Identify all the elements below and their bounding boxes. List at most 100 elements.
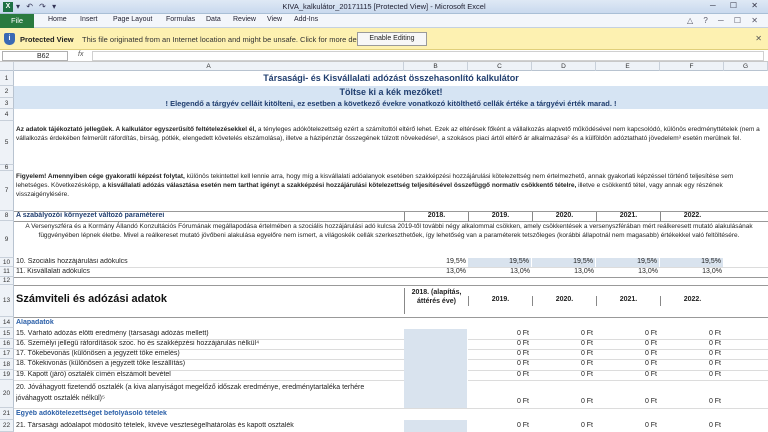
value-cell[interactable]: 0 Ft xyxy=(468,398,532,407)
input-cell[interactable] xyxy=(404,359,468,370)
row-header[interactable]: 22 xyxy=(0,420,14,432)
rate-cell[interactable]: 13,0% xyxy=(532,268,596,277)
value-cell[interactable]: 0 Ft xyxy=(660,360,724,369)
tab-view[interactable]: View xyxy=(267,16,282,23)
row-header[interactable]: 9 xyxy=(0,221,14,258)
column-header-e[interactable]: E xyxy=(596,62,660,71)
column-header-g[interactable]: G xyxy=(724,62,768,71)
value-cell[interactable]: 0 Ft xyxy=(532,360,596,369)
row-header[interactable]: 18 xyxy=(0,359,14,370)
value-cell[interactable]: 0 Ft xyxy=(660,422,724,431)
rate-input-cell[interactable]: 19,5% xyxy=(660,258,724,267)
value-cell[interactable]: 0 Ft xyxy=(660,398,724,407)
name-box[interactable]: B62 xyxy=(2,51,68,61)
row-header[interactable]: 5 xyxy=(0,121,14,165)
enable-editing-button[interactable]: Enable Editing xyxy=(357,32,427,46)
tab-review[interactable]: Review xyxy=(233,16,256,23)
value-cell[interactable]: 0 Ft xyxy=(596,330,660,339)
input-cell[interactable] xyxy=(404,370,468,380)
value-cell[interactable]: 0 Ft xyxy=(532,340,596,349)
row-header[interactable]: 2 xyxy=(0,86,14,98)
row-header[interactable]: 17 xyxy=(0,349,14,359)
column-header-c[interactable]: C xyxy=(468,62,532,71)
input-cell[interactable] xyxy=(404,329,468,339)
value-cell[interactable]: 0 Ft xyxy=(596,340,660,349)
column-header-f[interactable]: F xyxy=(660,62,724,71)
value-cell[interactable]: 0 Ft xyxy=(532,422,596,431)
tab-data[interactable]: Data xyxy=(206,16,221,23)
row-header[interactable]: 11 xyxy=(0,267,14,277)
row-header[interactable]: 21 xyxy=(0,408,14,420)
fx-icon[interactable]: fx xyxy=(78,51,83,58)
protected-view-message[interactable]: This file originated from an Internet lo… xyxy=(82,35,372,44)
row-header[interactable]: 1 xyxy=(0,71,14,86)
row-number: 10. xyxy=(16,258,26,265)
value-cell[interactable]: 0 Ft xyxy=(532,350,596,359)
row-header[interactable]: 14 xyxy=(0,317,14,328)
tab-formulas[interactable]: Formulas xyxy=(166,16,195,23)
input-cell[interactable] xyxy=(404,339,468,349)
protected-view-bar: i Protected View This file originated fr… xyxy=(0,28,768,50)
value-cell[interactable]: 0 Ft xyxy=(596,398,660,407)
value-cell[interactable]: 0 Ft xyxy=(660,371,724,380)
value-cell[interactable]: 0 Ft xyxy=(660,340,724,349)
input-cell[interactable] xyxy=(404,349,468,359)
row-header[interactable]: 20 xyxy=(0,380,14,408)
rate-cell[interactable]: 13,0% xyxy=(596,268,660,277)
rate-row-label: 11. Kisvállalati adókulcs xyxy=(16,268,396,277)
tab-home[interactable]: Home xyxy=(48,16,67,23)
value-cell[interactable]: 0 Ft xyxy=(468,340,532,349)
value-cell[interactable]: 0 Ft xyxy=(468,330,532,339)
data-label: Jóváhagyott fizetendő osztalék (a kiva a… xyxy=(16,384,365,402)
value-cell[interactable]: 0 Ft xyxy=(660,330,724,339)
ribbon-help-icons[interactable]: △ ? ─ ☐ ✕ xyxy=(687,16,762,25)
row-header[interactable]: 16 xyxy=(0,339,14,349)
rate-cell[interactable]: 19,5% xyxy=(404,258,468,267)
column-header-a[interactable]: A xyxy=(14,62,404,71)
value-cell[interactable]: 0 Ft xyxy=(660,350,724,359)
value-cell[interactable]: 0 Ft xyxy=(532,330,596,339)
value-cell[interactable]: 0 Ft xyxy=(596,422,660,431)
data-label: Kapott (járó) osztalék címén elszámolt b… xyxy=(27,371,171,378)
row-header[interactable]: 19 xyxy=(0,370,14,380)
rate-cell[interactable]: 13,0% xyxy=(404,268,468,277)
value-cell[interactable]: 0 Ft xyxy=(532,398,596,407)
row-header[interactable]: 4 xyxy=(0,109,14,121)
column-header-d[interactable]: D xyxy=(532,62,596,71)
rate-cell[interactable]: 13,0% xyxy=(660,268,724,277)
worksheet-grid[interactable]: Társasági- és Kisvállalati adózást össze… xyxy=(14,71,768,432)
row-header[interactable]: 15 xyxy=(0,328,14,339)
value-cell[interactable]: 0 Ft xyxy=(468,422,532,431)
value-cell[interactable]: 0 Ft xyxy=(468,350,532,359)
row-header[interactable]: 12 xyxy=(0,277,14,285)
value-cell[interactable]: 0 Ft xyxy=(596,360,660,369)
tab-add-ins[interactable]: Add-Ins xyxy=(294,16,318,23)
data-row-label: 20. Jóváhagyott fizetendő osztalék (a ki… xyxy=(16,382,400,408)
formula-input[interactable] xyxy=(92,51,764,61)
value-cell[interactable]: 0 Ft xyxy=(596,350,660,359)
close-icon[interactable]: ✕ xyxy=(755,34,762,43)
select-all-corner[interactable] xyxy=(0,62,14,71)
value-cell[interactable]: 0 Ft xyxy=(468,371,532,380)
rate-input-cell[interactable]: 19,5% xyxy=(596,258,660,267)
input-cell[interactable] xyxy=(404,380,468,408)
row-header[interactable]: 7 xyxy=(0,171,14,211)
rate-input-cell[interactable]: 19,5% xyxy=(532,258,596,267)
rate-input-cell[interactable]: 19,5% xyxy=(468,258,532,267)
tab-file[interactable]: File xyxy=(0,14,34,28)
row-header[interactable]: 8 xyxy=(0,211,14,221)
tab-insert[interactable]: Insert xyxy=(80,16,98,23)
row-header[interactable]: 10 xyxy=(0,258,14,267)
tab-page-layout[interactable]: Page Layout xyxy=(113,16,152,23)
column-header-b[interactable]: B xyxy=(404,62,468,71)
protected-view-label: Protected View xyxy=(20,35,74,44)
value-cell[interactable]: 0 Ft xyxy=(468,360,532,369)
input-cell[interactable] xyxy=(404,420,468,432)
row-header[interactable]: 3 xyxy=(0,98,14,109)
rate-cell[interactable]: 13,0% xyxy=(468,268,532,277)
row-header[interactable]: 13 xyxy=(0,285,14,317)
row-number: 17. xyxy=(16,350,26,357)
value-cell[interactable]: 0 Ft xyxy=(596,371,660,380)
window-controls[interactable]: ─ ☐ ✕ xyxy=(710,1,764,10)
value-cell[interactable]: 0 Ft xyxy=(532,371,596,380)
